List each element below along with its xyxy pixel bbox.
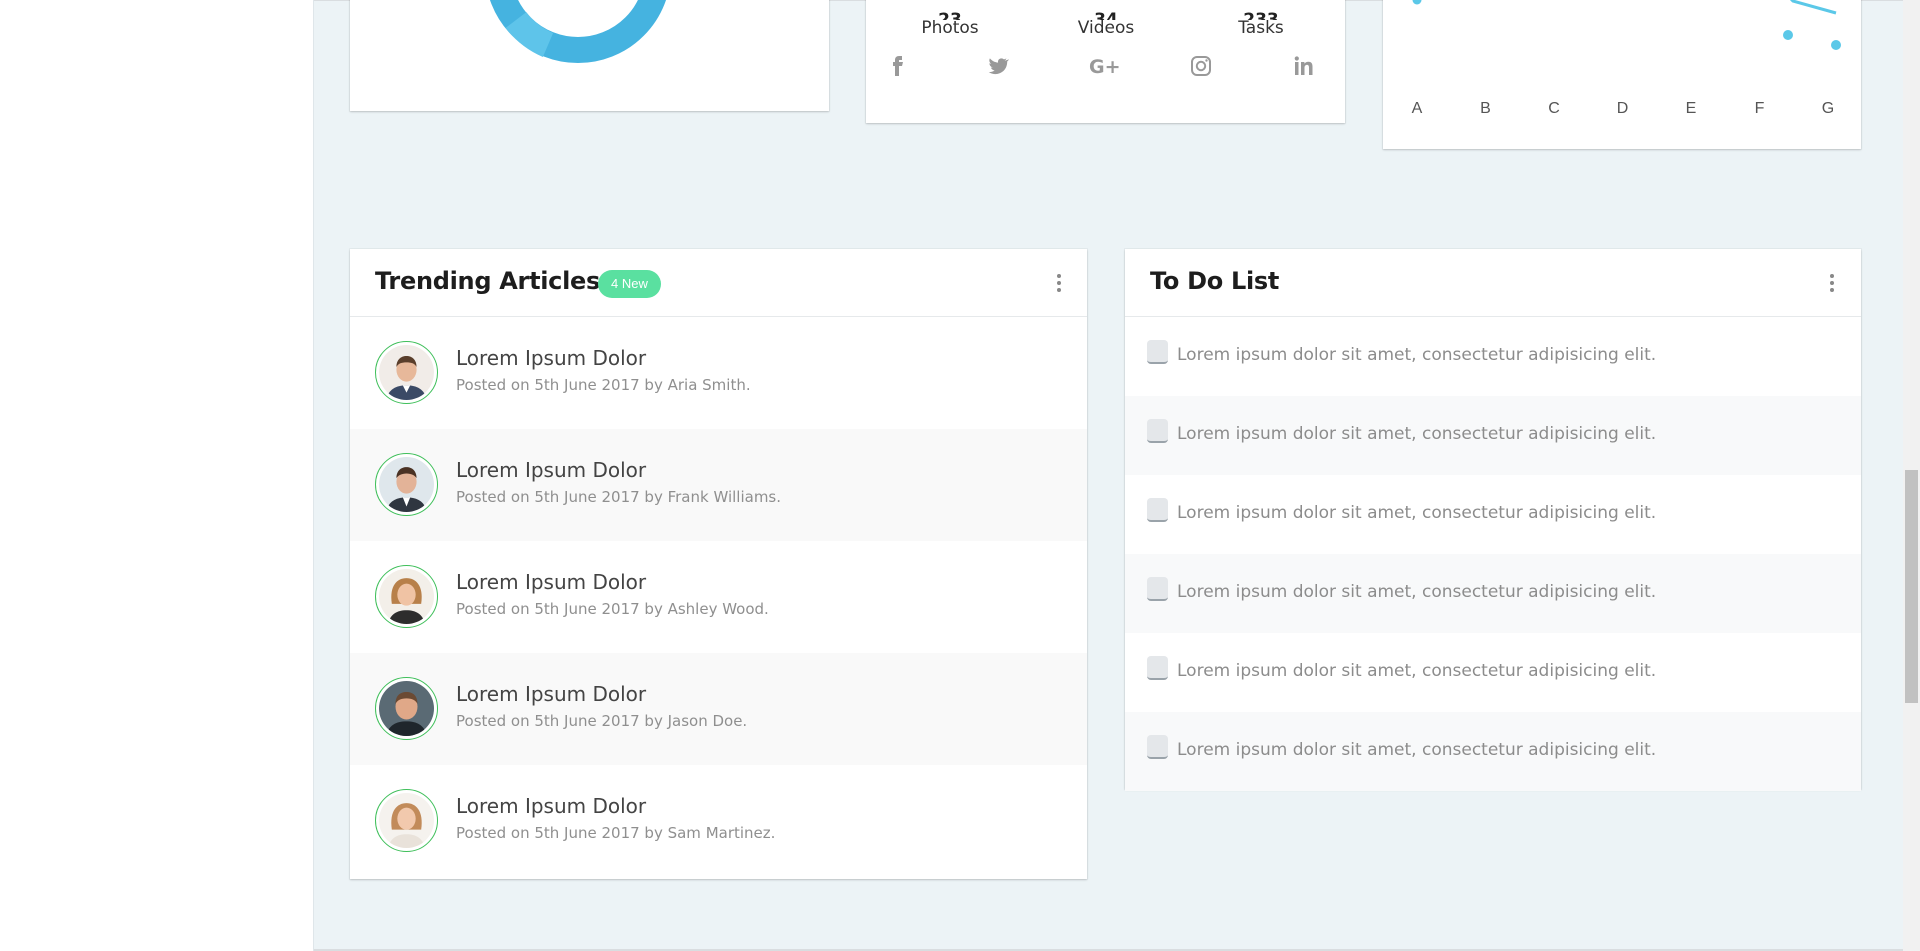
article-title[interactable]: Lorem Ipsum Dolor: [456, 570, 646, 594]
sidebar: [0, 0, 314, 951]
donut-segment-highlight: [505, 11, 554, 57]
page-scrollbar[interactable]: [1903, 0, 1920, 951]
article-meta: Posted on 5th June 2017 by Aria Smith.: [456, 376, 751, 394]
linkedin-icon[interactable]: [1289, 51, 1319, 81]
article-title[interactable]: Lorem Ipsum Dolor: [456, 346, 646, 370]
article-item[interactable]: Lorem Ipsum Dolor Posted on 5th June 201…: [350, 541, 1087, 653]
article-item[interactable]: Lorem Ipsum Dolor Posted on 5th June 201…: [350, 653, 1087, 765]
svg-text:G+: G+: [1089, 56, 1121, 78]
todo-checkbox[interactable]: [1147, 577, 1168, 601]
todo-item[interactable]: Lorem ipsum dolor sit amet, consectetur …: [1125, 475, 1861, 554]
article-meta: Posted on 5th June 2017 by Ashley Wood.: [456, 600, 769, 618]
todo-item[interactable]: Lorem ipsum dolor sit amet, consectetur …: [1125, 396, 1861, 475]
instagram-icon[interactable]: [1186, 51, 1216, 81]
todo-text: Lorem ipsum dolor sit amet, consectetur …: [1177, 424, 1657, 444]
todo-item[interactable]: Lorem ipsum dolor sit amet, consectetur …: [1125, 712, 1861, 791]
trending-articles-card: Trending Articles 4 New Lorem Ipsum Dolo…: [350, 249, 1087, 879]
series-line: [1417, 0, 1837, 15]
article-meta: Posted on 5th June 2017 by Jason Doe.: [456, 712, 748, 730]
todo-item[interactable]: Lorem ipsum dolor sit amet, consectetur …: [1125, 317, 1861, 396]
article-title[interactable]: Lorem Ipsum Dolor: [456, 682, 646, 706]
article-title[interactable]: Lorem Ipsum Dolor: [456, 794, 646, 818]
todo-text: Lorem ipsum dolor sit amet, consectetur …: [1177, 661, 1657, 681]
avatar-woman-icon: [379, 569, 434, 624]
article-item[interactable]: Lorem Ipsum Dolor Posted on 5th June 201…: [350, 429, 1087, 541]
x-tick-label: E: [1686, 100, 1697, 117]
profile-stats-card: 23 Photos 34 Videos 233 Tasks G+: [866, 0, 1345, 123]
todo-text: Lorem ipsum dolor sit amet, consectetur …: [1177, 503, 1657, 523]
avatar: [375, 789, 438, 852]
x-tick-label: G: [1822, 100, 1834, 117]
avatar-man-icon: [379, 457, 434, 512]
article-title[interactable]: Lorem Ipsum Dolor: [456, 458, 646, 482]
donut-chart: [489, 0, 667, 63]
article-meta: Posted on 5th June 2017 by Sam Martinez.: [456, 824, 776, 842]
article-item[interactable]: Lorem Ipsum Dolor Posted on 5th June 201…: [350, 765, 1087, 877]
google-plus-icon[interactable]: G+: [1088, 51, 1122, 81]
tasks-label: Tasks: [1238, 18, 1284, 38]
avatar: [375, 565, 438, 628]
todo-item[interactable]: Lorem ipsum dolor sit amet, consectetur …: [1125, 633, 1861, 712]
avatar: [375, 341, 438, 404]
todo-checkbox[interactable]: [1147, 498, 1168, 522]
todo-text: Lorem ipsum dolor sit amet, consectetur …: [1177, 345, 1657, 365]
line-chart-card: A B C D E F G: [1383, 0, 1861, 149]
more-options-icon[interactable]: [1054, 274, 1064, 296]
avatar-woman-icon: [379, 793, 434, 848]
x-tick-label: A: [1412, 100, 1423, 117]
photos-label: Photos: [921, 18, 979, 38]
data-point: [1412, 0, 1422, 5]
data-point: [1783, 30, 1793, 40]
x-tick-label: D: [1617, 100, 1629, 117]
card-header: Trending Articles 4 New: [350, 249, 1087, 317]
data-point: [1831, 40, 1841, 50]
todo-checkbox[interactable]: [1147, 419, 1168, 443]
card-header: To Do List: [1125, 249, 1861, 317]
x-tick-label: F: [1755, 100, 1765, 117]
article-meta: Posted on 5th June 2017 by Frank William…: [456, 488, 782, 506]
scrollbar-thumb[interactable]: [1905, 470, 1918, 703]
facebook-icon[interactable]: [882, 51, 912, 81]
todo-list-card: To Do List Lorem ipsum dolor sit amet, c…: [1125, 249, 1861, 791]
avatar-man-icon: [379, 681, 434, 736]
x-tick-label: C: [1548, 100, 1560, 117]
new-badge: 4 New: [598, 270, 661, 298]
more-options-icon[interactable]: [1827, 274, 1837, 296]
card-title: To Do List: [1150, 267, 1280, 295]
videos-label: Videos: [1077, 18, 1135, 38]
todo-checkbox[interactable]: [1147, 735, 1168, 759]
line-chart: A B C D E F G: [1412, 0, 1841, 117]
x-tick-label: B: [1480, 100, 1491, 117]
avatar-man-icon: [379, 345, 434, 400]
article-item[interactable]: Lorem Ipsum Dolor Posted on 5th June 201…: [350, 317, 1087, 429]
avatar: [375, 677, 438, 740]
twitter-icon[interactable]: [982, 51, 1012, 81]
todo-text: Lorem ipsum dolor sit amet, consectetur …: [1177, 582, 1657, 602]
todo-item[interactable]: Lorem ipsum dolor sit amet, consectetur …: [1125, 554, 1861, 633]
todo-checkbox[interactable]: [1147, 656, 1168, 680]
avatar: [375, 453, 438, 516]
card-title: Trending Articles: [375, 267, 600, 295]
todo-checkbox[interactable]: [1147, 340, 1168, 364]
stats-row: 23 Photos 34 Videos 233 Tasks: [866, 0, 1345, 38]
todo-text: Lorem ipsum dolor sit amet, consectetur …: [1177, 740, 1657, 760]
